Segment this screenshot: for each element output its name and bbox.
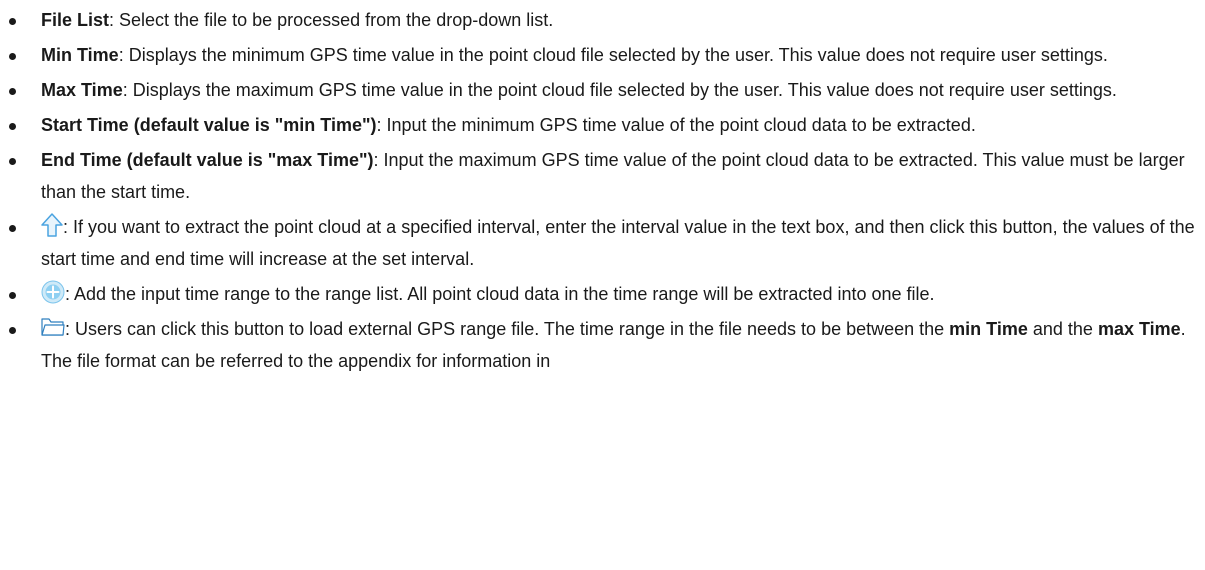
item-text: : Displays the minimum GPS time value in…: [118, 45, 1108, 65]
list-item: File List: Select the file to be process…: [0, 4, 1205, 36]
add-circle-icon: [41, 280, 65, 304]
document-page: File List: Select the file to be process…: [0, 0, 1205, 570]
item-term: Max Time: [41, 80, 123, 100]
arrow-up-icon: [41, 213, 63, 237]
list-item: Min Time: Displays the minimum GPS time …: [0, 39, 1205, 71]
item-term: min Time: [949, 319, 1028, 339]
list-item: Start Time (default value is "min Time")…: [0, 109, 1205, 141]
item-term: End Time (default value is "max Time"): [41, 150, 374, 170]
item-text: : Add the input time range to the range …: [65, 284, 935, 304]
list-item: : Users can click this button to load ex…: [0, 313, 1205, 377]
parameter-list: File List: Select the file to be process…: [0, 4, 1205, 377]
item-text: : Displays the maximum GPS time value in…: [122, 80, 1117, 100]
item-text: and the: [1027, 319, 1098, 339]
list-item: : If you want to extract the point cloud…: [0, 211, 1205, 275]
item-term: max Time: [1097, 319, 1181, 339]
list-item: End Time (default value is "max Time"): …: [0, 144, 1205, 208]
list-item: Max Time: Displays the maximum GPS time …: [0, 74, 1205, 106]
item-term: Start Time (default value is "min Time"): [41, 115, 377, 135]
item-term: Min Time: [41, 45, 119, 65]
item-text: : If you want to extract the point cloud…: [41, 217, 1195, 269]
item-term: File List: [41, 10, 110, 30]
folder-icon: [41, 317, 65, 337]
item-text: : Users can click this button to load ex…: [65, 319, 950, 339]
item-text: : Input the minimum GPS time value of th…: [376, 115, 976, 135]
list-item: : Add the input time range to the range …: [0, 278, 1205, 310]
item-text: : Select the file to be processed from t…: [109, 10, 554, 30]
